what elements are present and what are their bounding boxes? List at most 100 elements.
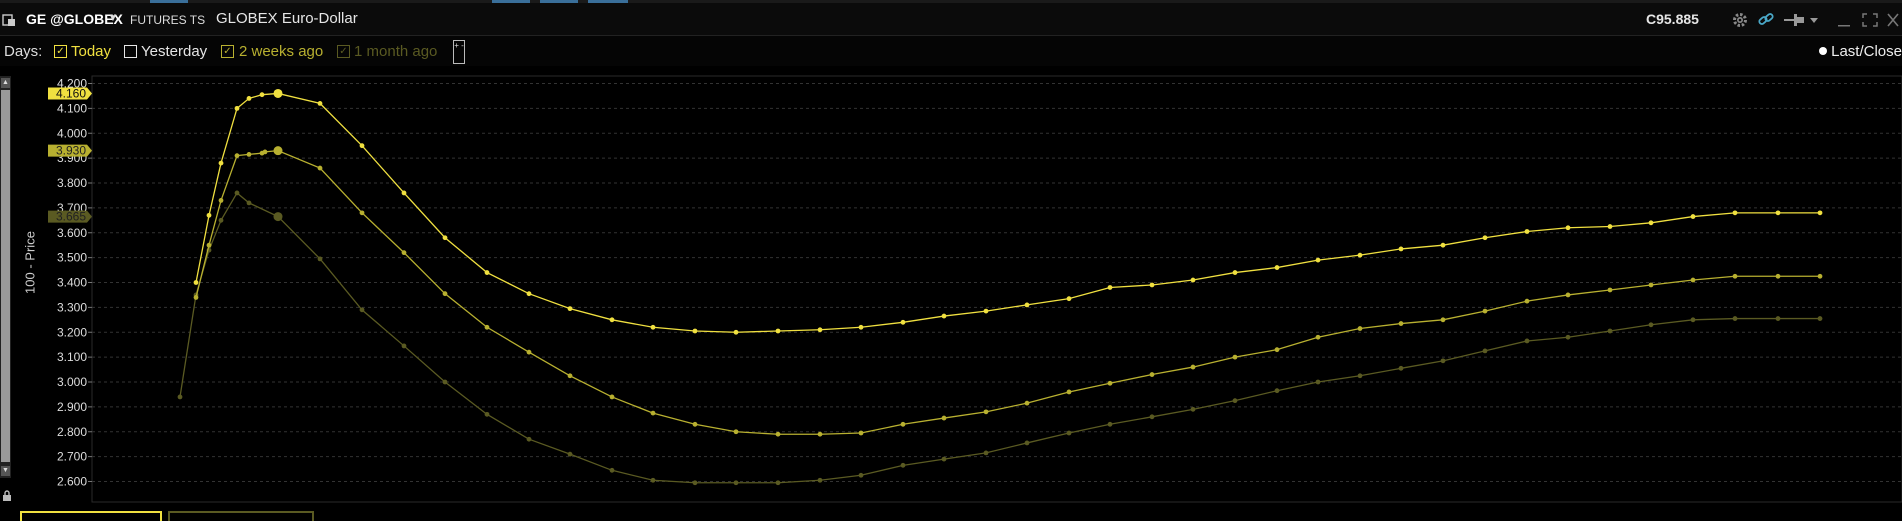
data-point[interactable] (1315, 257, 1321, 263)
data-point[interactable] (1648, 282, 1654, 288)
data-point[interactable] (733, 429, 739, 435)
data-point[interactable] (1066, 430, 1072, 436)
data-point[interactable] (1775, 210, 1781, 216)
data-point[interactable] (1232, 270, 1238, 275)
data-point[interactable] (317, 101, 323, 106)
data-point[interactable] (775, 431, 781, 437)
data-point[interactable] (1732, 273, 1738, 279)
highlight-point[interactable] (273, 212, 283, 222)
data-point[interactable] (900, 462, 906, 468)
data-point[interactable] (983, 450, 989, 456)
data-point[interactable] (609, 317, 615, 323)
data-point[interactable] (234, 190, 240, 196)
data-point[interactable] (1149, 282, 1155, 288)
futures-term-structure-chart[interactable]: 4.2004.1004.0003.9003.8003.7003.6003.500… (0, 0, 1902, 517)
data-point[interactable] (1274, 347, 1280, 353)
data-point[interactable] (1648, 220, 1654, 226)
data-point[interactable] (1482, 348, 1488, 354)
data-point[interactable] (733, 329, 739, 335)
data-point[interactable] (1817, 316, 1823, 321)
data-point[interactable] (1440, 358, 1446, 364)
data-point[interactable] (1817, 210, 1823, 216)
data-point[interactable] (1524, 338, 1530, 344)
data-point[interactable] (1107, 380, 1113, 386)
data-point[interactable] (359, 143, 365, 149)
data-point[interactable] (692, 328, 698, 334)
data-point[interactable] (401, 343, 407, 349)
data-point[interactable] (246, 200, 252, 206)
data-point[interactable] (1190, 277, 1196, 283)
data-point[interactable] (1817, 273, 1823, 279)
data-point[interactable] (1357, 373, 1363, 379)
data-point[interactable] (941, 415, 947, 421)
data-point[interactable] (900, 421, 906, 427)
data-point[interactable] (246, 96, 252, 101)
data-point[interactable] (359, 210, 365, 216)
data-point[interactable] (442, 291, 448, 297)
data-point[interactable] (218, 217, 224, 223)
data-point[interactable] (567, 306, 573, 312)
data-point[interactable] (733, 480, 739, 486)
data-point[interactable] (206, 242, 212, 248)
data-point[interactable] (442, 379, 448, 385)
data-point[interactable] (1107, 285, 1113, 290)
data-point[interactable] (1190, 406, 1196, 412)
data-point[interactable] (234, 153, 240, 159)
data-point[interactable] (1565, 225, 1571, 231)
data-point[interactable] (1232, 354, 1238, 360)
highlight-point[interactable] (273, 146, 283, 156)
data-point[interactable] (941, 313, 947, 319)
data-point[interactable] (1732, 210, 1738, 216)
data-point[interactable] (1440, 242, 1446, 248)
bottom-tab-today[interactable] (20, 511, 162, 521)
data-point[interactable] (1107, 421, 1113, 427)
data-point[interactable] (650, 477, 656, 483)
data-point[interactable] (1482, 235, 1488, 241)
data-point[interactable] (1482, 308, 1488, 314)
data-point[interactable] (177, 394, 183, 400)
data-point[interactable] (218, 160, 224, 166)
data-point[interactable] (817, 477, 823, 483)
data-point[interactable] (1524, 298, 1530, 304)
data-point[interactable] (317, 256, 323, 262)
data-point[interactable] (817, 431, 823, 437)
data-point[interactable] (401, 190, 407, 196)
data-point[interactable] (1398, 321, 1404, 326)
data-point[interactable] (650, 410, 656, 416)
data-point[interactable] (193, 280, 199, 285)
data-point[interactable] (609, 394, 615, 400)
data-point[interactable] (1607, 328, 1613, 334)
data-point[interactable] (775, 328, 781, 334)
data-point[interactable] (1357, 252, 1363, 258)
data-point[interactable] (941, 456, 947, 462)
data-point[interactable] (1775, 316, 1781, 321)
data-point[interactable] (218, 198, 224, 203)
data-point[interactable] (650, 324, 656, 330)
data-point[interactable] (1024, 440, 1030, 446)
data-point[interactable] (526, 291, 532, 297)
data-point[interactable] (858, 430, 864, 436)
data-point[interactable] (692, 421, 698, 427)
data-point[interactable] (1648, 322, 1654, 328)
data-point[interactable] (1190, 364, 1196, 370)
data-point[interactable] (1732, 316, 1738, 321)
data-point[interactable] (526, 349, 532, 355)
data-point[interactable] (775, 480, 781, 486)
data-point[interactable] (1524, 229, 1530, 234)
data-point[interactable] (858, 472, 864, 478)
data-point[interactable] (1066, 389, 1072, 395)
data-point[interactable] (1398, 365, 1404, 371)
data-point[interactable] (983, 308, 989, 314)
data-point[interactable] (442, 235, 448, 241)
data-point[interactable] (1690, 317, 1696, 323)
data-point[interactable] (1024, 302, 1030, 308)
data-point[interactable] (259, 92, 265, 98)
data-point[interactable] (262, 149, 268, 155)
data-point[interactable] (858, 324, 864, 330)
data-point[interactable] (484, 270, 490, 275)
data-point[interactable] (246, 151, 252, 157)
data-point[interactable] (567, 373, 573, 379)
data-point[interactable] (1565, 292, 1571, 298)
data-point[interactable] (1398, 246, 1404, 252)
data-point[interactable] (817, 327, 823, 333)
